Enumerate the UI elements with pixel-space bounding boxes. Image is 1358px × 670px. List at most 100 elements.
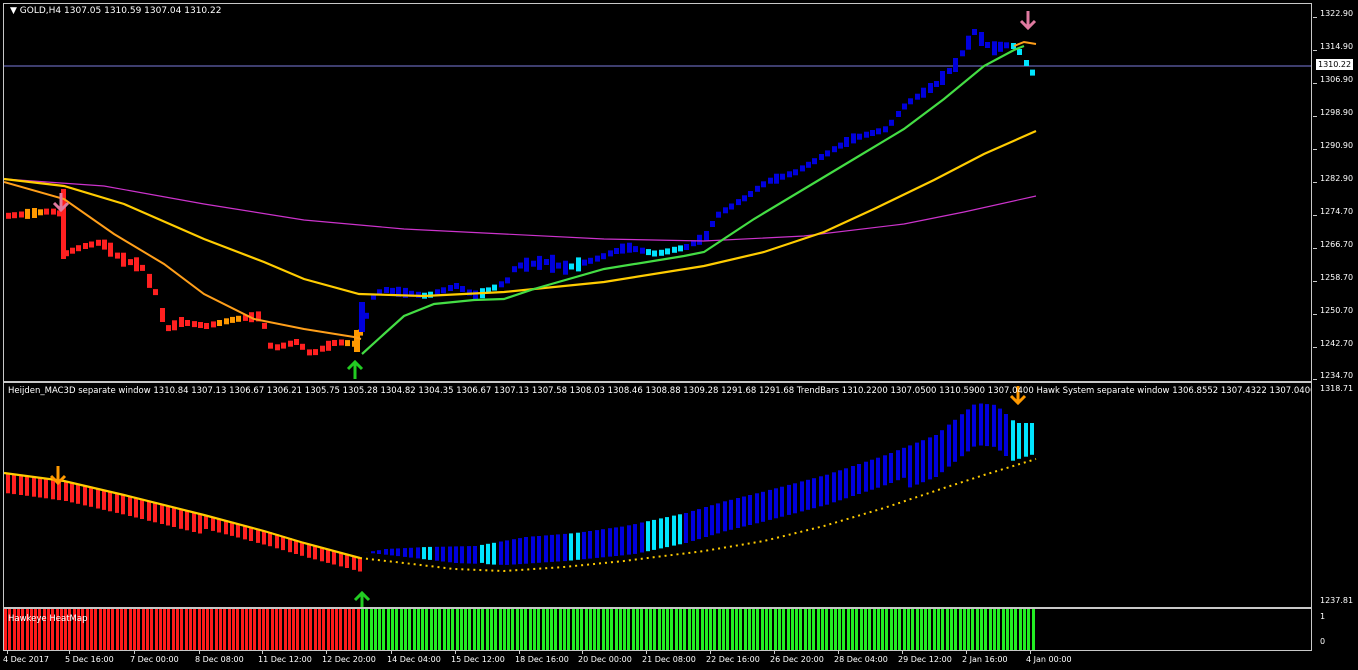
mac3d-bar xyxy=(473,546,477,564)
slow-ma-line xyxy=(4,178,1037,242)
mac3d-bar xyxy=(678,514,682,545)
price-axis[interactable]: 1322.90 1314.90 1306.90 1298.90 1290.90 … xyxy=(1313,3,1358,382)
heatmap-cell xyxy=(855,609,858,650)
mac3d-bar xyxy=(492,542,496,565)
price-bar xyxy=(665,248,670,255)
heatmap-cell xyxy=(206,609,209,650)
mac3d-bar xyxy=(166,505,170,526)
heatmap-cell xyxy=(782,609,785,650)
mac3d-bar xyxy=(467,546,471,564)
date-tick-label: 28 Dec 04:00 xyxy=(834,655,888,664)
mac3d-bar xyxy=(896,450,900,481)
price-bar xyxy=(742,195,747,202)
mac3d-bar xyxy=(691,510,695,541)
price-bar xyxy=(697,234,702,245)
mac3d-bar xyxy=(505,540,509,565)
heatmap-label: Hawkeye HeatMap xyxy=(8,614,88,624)
heatmap-cell xyxy=(778,609,781,650)
price-bar xyxy=(755,185,760,192)
price-bar xyxy=(601,253,606,260)
date-tick xyxy=(582,651,583,654)
price-bar xyxy=(723,207,728,214)
mac3d-bar xyxy=(172,507,176,527)
mac3d-bar xyxy=(979,403,983,446)
price-bar xyxy=(851,133,856,144)
price-tick-label: 1306.90 xyxy=(1320,75,1354,84)
heatmap-cell xyxy=(202,609,205,650)
price-chart[interactable] xyxy=(4,4,1312,382)
heatmap-cell xyxy=(572,609,575,650)
heatmap-cell xyxy=(593,609,596,650)
mac3d-bar xyxy=(966,409,970,452)
date-tick xyxy=(69,651,70,654)
mac3d-bar xyxy=(32,476,36,497)
heatmap-cell xyxy=(253,609,256,650)
heatmap-cell xyxy=(129,609,132,650)
price-bar xyxy=(588,257,593,264)
price-bar xyxy=(736,199,741,206)
mac3d-bar xyxy=(748,495,752,525)
sell-arrow-icon xyxy=(1019,11,1037,31)
mac3d-bar xyxy=(147,500,151,521)
dropdown-triangle-icon[interactable]: ▼ xyxy=(10,6,17,16)
heatmap-cell xyxy=(344,609,347,650)
heatmap-cell xyxy=(787,609,790,650)
mac3d-bar xyxy=(384,549,388,555)
heatmap-cell xyxy=(971,609,974,650)
heatmap-panel[interactable]: Hawkeye HeatMap xyxy=(3,608,1312,651)
heatmap-cell xyxy=(713,609,716,650)
date-axis[interactable]: 4 Dec 2017 5 Dec 16:00 7 Dec 00:00 8 Dec 08… xyxy=(0,651,1358,670)
heatmap-cell xyxy=(4,609,7,650)
heatmap-cell xyxy=(791,609,794,650)
heatmap-cell xyxy=(443,609,446,650)
date-tick xyxy=(710,651,711,654)
price-bar xyxy=(595,255,600,262)
mac3d-bar xyxy=(620,526,624,556)
mac3d-bar xyxy=(83,485,87,506)
heatmap-cell xyxy=(520,609,523,650)
mac3d-bar xyxy=(582,531,586,560)
price-bar xyxy=(128,259,133,266)
heatmap-cell xyxy=(851,609,854,650)
heatmap-cell xyxy=(744,609,747,650)
mac3d-indicator-panel[interactable]: Heijden_MAC3D separate window 1310.84 13… xyxy=(3,382,1312,608)
heatmap-cell xyxy=(314,609,317,650)
mac3d-axis[interactable]: 1318.71 1237.81 xyxy=(1313,382,1358,608)
mac3d-bar xyxy=(428,546,432,560)
mac3d-bar xyxy=(435,546,439,561)
price-bar xyxy=(460,286,465,292)
heatmap-cell xyxy=(215,609,218,650)
heatmap-cell xyxy=(374,609,377,650)
heatmap-cell xyxy=(524,609,527,650)
heatmap-cell xyxy=(413,609,416,650)
price-bar xyxy=(172,320,177,331)
heatmap-cell xyxy=(817,609,820,650)
heatmap-cell xyxy=(795,609,798,650)
mac3d-bar xyxy=(524,537,528,564)
date-tick-label: 11 Dec 12:00 xyxy=(258,655,312,664)
heatmap-cell xyxy=(395,609,398,650)
date-tick-label: 7 Dec 00:00 xyxy=(130,655,179,664)
heatmap-cell xyxy=(120,609,123,650)
price-bar xyxy=(25,208,30,219)
heatmap-cell xyxy=(1014,609,1017,650)
current-price-label: 1310.22 xyxy=(1316,59,1354,70)
mac3d-bar xyxy=(921,440,925,483)
price-bar xyxy=(51,208,56,215)
price-bar xyxy=(608,250,613,257)
heatmap-cell xyxy=(327,609,330,650)
price-bar xyxy=(44,208,49,215)
mac3d-bar xyxy=(646,521,650,552)
mac3d-chart[interactable] xyxy=(4,383,1312,608)
main-chart-panel[interactable]: ▼ GOLD,H4 1307.05 1310.59 1307.04 1310.2… xyxy=(3,3,1312,382)
heatmap-chart[interactable] xyxy=(4,609,1312,651)
heatmap-axis[interactable]: 1 0 xyxy=(1313,608,1358,651)
heatmap-cell xyxy=(331,609,334,650)
heatmap-cell xyxy=(563,609,566,650)
mac3d-bar xyxy=(403,548,407,557)
price-tick-label: 1274.70 xyxy=(1320,207,1354,216)
mac3d-bar xyxy=(1011,420,1015,461)
price-bar xyxy=(531,260,536,267)
price-bar xyxy=(217,320,222,326)
mac3d-bar xyxy=(38,477,42,498)
